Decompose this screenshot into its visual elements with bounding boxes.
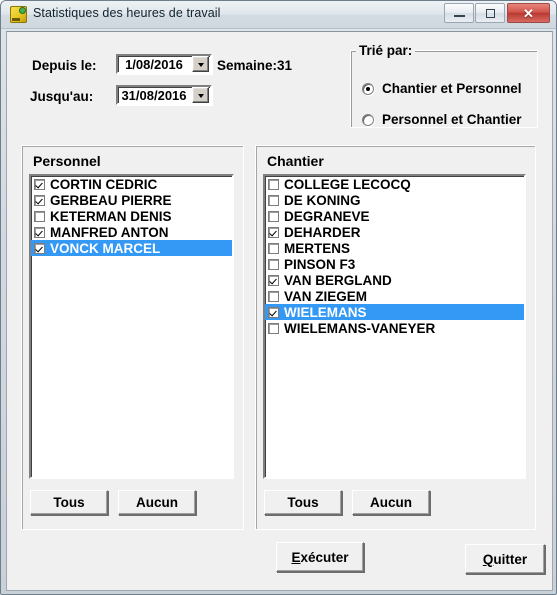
quit-button[interactable]: Quitter [465, 544, 545, 574]
personnel-panel-title: Personnel [33, 153, 101, 169]
checkbox-icon[interactable] [268, 210, 279, 222]
to-date-combobox[interactable]: 31/08/2016 [116, 85, 212, 105]
from-date-value: 1/08/2016 [125, 56, 183, 72]
to-date-value: 31/08/2016 [121, 87, 187, 103]
to-date-label: Jusqu'au: [30, 89, 94, 104]
app-icon [10, 6, 27, 23]
list-item[interactable]: CORTIN CEDRIC [31, 176, 232, 192]
radio-button-icon[interactable] [362, 82, 374, 95]
chantier-listbox[interactable]: COLLEGE LECOCQ DE KONING DEGRANEVE DEHARDER… [263, 174, 526, 479]
chantier-select-all-button[interactable]: Tous [264, 490, 342, 515]
chantier-item-label: DEHARDER [284, 224, 361, 240]
list-item[interactable]: PINSON F3 [265, 256, 524, 272]
checkbox-icon[interactable] [268, 306, 279, 318]
list-item[interactable]: COLLEGE LECOCQ [265, 176, 524, 192]
personnel-select-all-button[interactable]: Tous [30, 490, 108, 515]
chantier-item-label: MERTENS [284, 240, 351, 256]
minimize-icon [445, 4, 473, 22]
list-item[interactable]: VAN BERGLAND [265, 272, 524, 288]
personnel-item-label: CORTIN CEDRIC [50, 176, 158, 192]
close-button[interactable]: ✕ [507, 3, 550, 23]
checkbox-icon[interactable] [268, 258, 279, 270]
radio-chantier-personnel[interactable]: Chantier et Personnel [362, 81, 522, 96]
checkbox-icon[interactable] [268, 322, 279, 334]
personnel-item-label: VONCK MARCEL [50, 240, 161, 256]
chevron-down-icon[interactable] [192, 87, 209, 103]
checkbox-icon[interactable] [268, 290, 279, 302]
list-item[interactable]: VONCK MARCEL [31, 240, 232, 256]
list-item[interactable]: GERBEAU PIERRE [31, 192, 232, 208]
personnel-item-label: MANFRED ANTON [50, 224, 169, 240]
list-item[interactable]: KETERMAN DENIS [31, 208, 232, 224]
checkbox-icon[interactable] [268, 274, 279, 286]
radio-personnel-chantier[interactable]: Personnel et Chantier [362, 112, 522, 127]
checkbox-icon[interactable] [34, 210, 45, 222]
quit-button-label: Quitter [482, 551, 528, 567]
execute-button-label: Exécuter [291, 549, 349, 565]
checkbox-icon[interactable] [268, 178, 279, 190]
chantier-panel-title: Chantier [267, 153, 324, 169]
dialog-client-area: Depuis le: 1/08/2016 Semaine:31 Jusqu'au… [6, 31, 553, 591]
personnel-listbox[interactable]: CORTIN CEDRIC GERBEAU PIERRE KETERMAN DENI… [29, 174, 234, 479]
maximize-icon [476, 4, 504, 22]
chantier-item-label: VAN ZIEGEM [284, 288, 368, 304]
checkbox-icon[interactable] [268, 194, 279, 206]
personnel-select-none-button[interactable]: Aucun [118, 490, 196, 515]
list-item[interactable]: WIELEMANS [265, 304, 524, 320]
execute-button[interactable]: Exécuter [276, 542, 364, 572]
radio-personnel-chantier-label: Personnel et Chantier [382, 112, 522, 127]
chantier-item-label: VAN BERGLAND [284, 272, 392, 288]
checkbox-icon[interactable] [34, 178, 45, 190]
sort-by-title: Trié par: [356, 43, 416, 58]
list-item[interactable]: DE KONING [265, 192, 524, 208]
list-item[interactable]: MERTENS [265, 240, 524, 256]
chantier-item-label: WIELEMANS [284, 304, 367, 320]
checkbox-icon[interactable] [34, 194, 45, 206]
checkbox-icon[interactable] [268, 242, 279, 254]
checkbox-icon[interactable] [34, 226, 45, 238]
title-bar[interactable]: Statistiques des heures de travail ✕ [1, 1, 556, 29]
window-title: Statistiques des heures de travail [33, 6, 221, 20]
close-icon: ✕ [523, 5, 534, 21]
chevron-down-icon[interactable] [192, 56, 209, 72]
minimize-button[interactable] [444, 3, 474, 23]
checkbox-icon[interactable] [268, 226, 279, 238]
week-number-label: Semaine:31 [217, 58, 293, 73]
chantier-item-label: DE KONING [284, 192, 361, 208]
from-date-label: Depuis le: [32, 58, 97, 73]
list-item[interactable]: VAN ZIEGEM [265, 288, 524, 304]
list-item[interactable]: MANFRED ANTON [31, 224, 232, 240]
chantier-panel: Chantier COLLEGE LECOCQ DE KONING DEGRANEV… [255, 145, 536, 530]
personnel-item-label: KETERMAN DENIS [50, 208, 172, 224]
checkbox-icon[interactable] [34, 242, 45, 254]
list-item[interactable]: DEGRANEVE [265, 208, 524, 224]
chantier-item-label: DEGRANEVE [284, 208, 370, 224]
personnel-item-label: GERBEAU PIERRE [50, 192, 172, 208]
chantier-item-label: PINSON F3 [284, 256, 356, 272]
radio-chantier-personnel-label: Chantier et Personnel [382, 81, 522, 96]
chantier-item-label: WIELEMANS-VANEYER [284, 320, 436, 336]
radio-button-icon[interactable] [362, 113, 374, 126]
personnel-panel: Personnel CORTIN CEDRIC GERBEAU PIERRE KET… [21, 145, 244, 530]
list-item[interactable]: WIELEMANS-VANEYER [265, 320, 524, 336]
from-date-combobox[interactable]: 1/08/2016 [116, 54, 212, 74]
chantier-item-label: COLLEGE LECOCQ [284, 176, 411, 192]
list-item[interactable]: DEHARDER [265, 224, 524, 240]
maximize-button[interactable] [475, 3, 505, 23]
application-window: Statistiques des heures de travail ✕ Dep… [0, 0, 557, 595]
chantier-select-none-button[interactable]: Aucun [352, 490, 430, 515]
